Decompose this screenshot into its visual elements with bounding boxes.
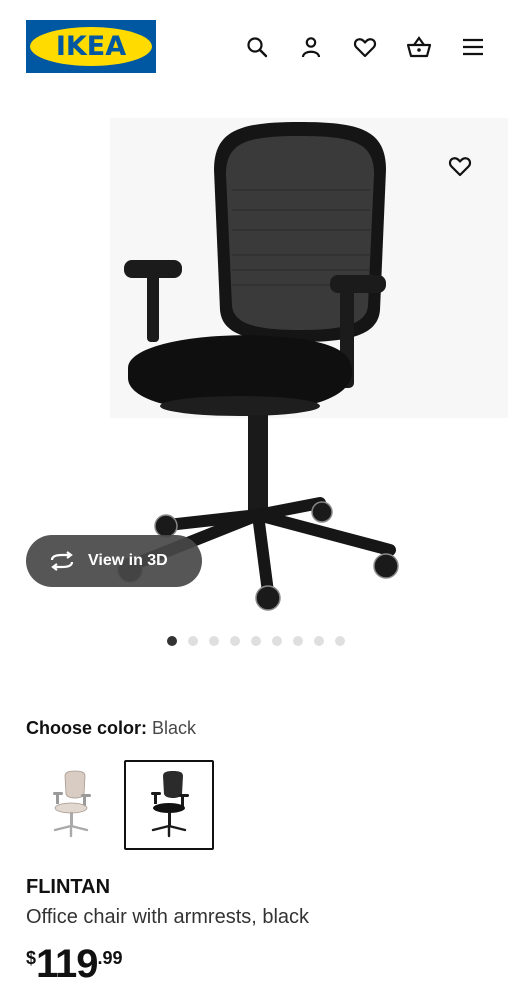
- carousel-dot[interactable]: [209, 636, 219, 646]
- product-media[interactable]: View in 3D: [0, 110, 512, 620]
- carousel-dot[interactable]: [272, 636, 282, 646]
- menu-icon[interactable]: [460, 34, 486, 60]
- color-swatches: [26, 760, 214, 850]
- carousel-dot[interactable]: [314, 636, 324, 646]
- ikea-logo[interactable]: IKEA: [26, 20, 156, 73]
- product-description: Office chair with armrests, black: [26, 906, 310, 928]
- price-currency: $: [26, 948, 37, 968]
- color-value: Black: [152, 718, 197, 738]
- color-label: Choose color:: [26, 718, 148, 738]
- carousel-dot[interactable]: [251, 636, 261, 646]
- header-icons: [244, 32, 486, 62]
- heart-icon: [448, 157, 472, 177]
- price-decimal: .99: [97, 948, 123, 968]
- favorite-button[interactable]: [440, 146, 480, 186]
- search-icon[interactable]: [244, 34, 270, 60]
- logo-wordmark: IKEA: [55, 31, 127, 62]
- carousel-dot[interactable]: [335, 636, 345, 646]
- color-chooser-heading: Choose color: Black: [26, 718, 196, 739]
- carousel-dot[interactable]: [167, 636, 177, 646]
- beige-chair-thumbnail: [53, 770, 91, 838]
- view-in-3d-label: View in 3D: [88, 552, 168, 569]
- site-header: IKEA: [0, 0, 512, 94]
- view-in-3d-button[interactable]: View in 3D: [26, 535, 202, 587]
- carousel-dot[interactable]: [230, 636, 240, 646]
- carousel-dots: [0, 636, 512, 648]
- color-swatch-beige[interactable]: [26, 760, 116, 850]
- black-chair-thumbnail: [151, 771, 189, 838]
- account-icon[interactable]: [298, 34, 324, 60]
- color-swatch-black[interactable]: [124, 760, 214, 850]
- heart-icon[interactable]: [352, 34, 378, 60]
- product-price: $ 119 .99: [26, 940, 123, 988]
- carousel-dot[interactable]: [188, 636, 198, 646]
- product-name: FLINTAN: [26, 876, 111, 898]
- basket-icon[interactable]: [406, 34, 432, 60]
- price-integer: 119: [36, 942, 99, 986]
- carousel-dot[interactable]: [293, 636, 303, 646]
- rotate-3d-icon: [50, 551, 74, 571]
